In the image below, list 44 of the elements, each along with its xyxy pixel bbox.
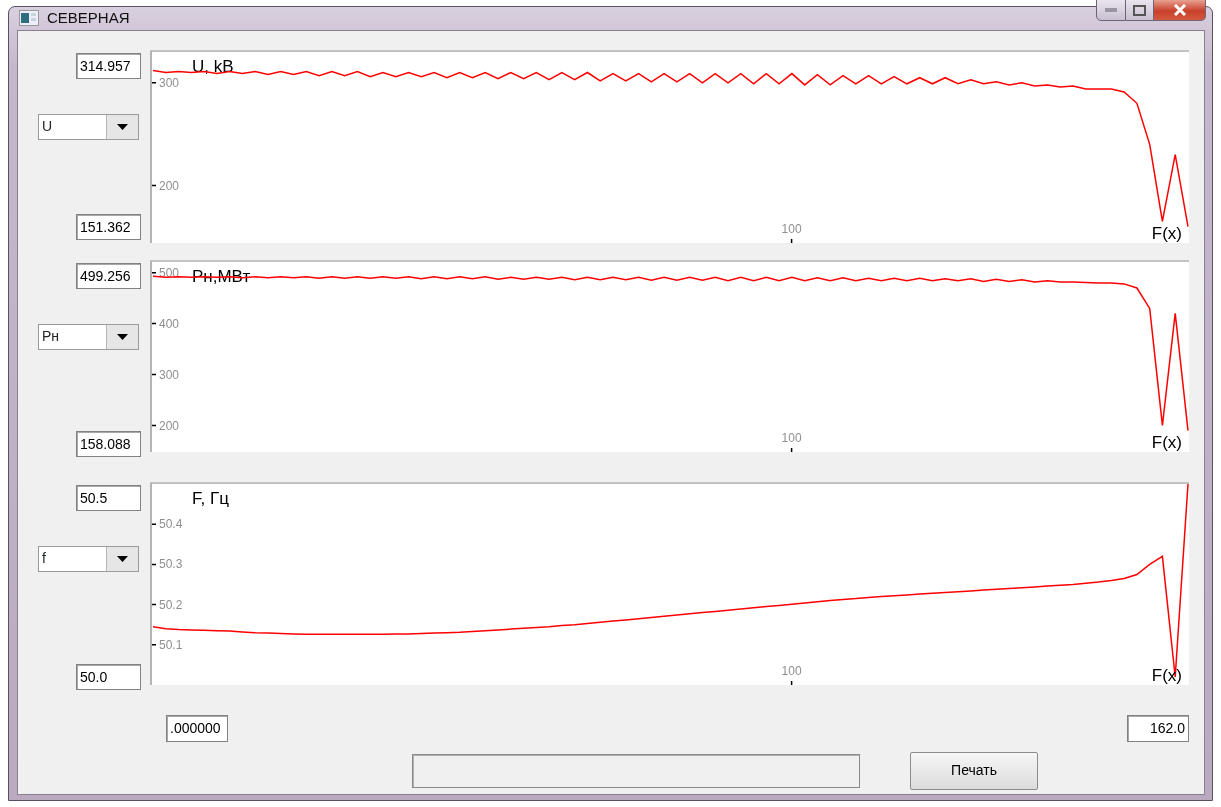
- dropdown[interactable]: Рн: [38, 323, 139, 350]
- dropdown[interactable]: f: [38, 545, 139, 572]
- x-axis-tick: [790, 446, 793, 452]
- axis-tick-label: 100: [781, 221, 802, 236]
- axis-label: F(x): [1151, 223, 1182, 243]
- value-field[interactable]: .000000: [166, 714, 228, 742]
- axis-tick-label: 50.4: [159, 516, 183, 531]
- x-axis-tick: [790, 679, 793, 685]
- caret-icon: [117, 333, 128, 340]
- value-field[interactable]: 50.0: [76, 663, 141, 690]
- close-icon: [1172, 4, 1187, 17]
- value-field[interactable]: 162.0: [1127, 714, 1189, 742]
- axis-tick-label: 200: [159, 178, 180, 192]
- value-field[interactable]: 50.5: [76, 484, 141, 511]
- x-axis-tick: [790, 237, 793, 243]
- axis-tick-label: 200: [159, 418, 180, 432]
- axis-tick-label: 100: [781, 430, 802, 445]
- value-field[interactable]: 314.957: [76, 52, 141, 79]
- caret-icon: [117, 123, 128, 130]
- value-field[interactable]: 499.256: [76, 262, 141, 289]
- window-title: СЕВЕРНАЯ: [47, 8, 130, 28]
- chart-title: F, Гц: [192, 488, 229, 508]
- value-field[interactable]: 158.088: [76, 430, 141, 457]
- maximize-button[interactable]: [1126, 0, 1154, 22]
- dropdown[interactable]: U: [38, 113, 139, 140]
- minimize-icon: [1105, 8, 1117, 13]
- axis-tick-label: 50.2: [159, 597, 183, 612]
- chart-title: U, kВ: [192, 56, 234, 76]
- axis-tick-label: 300: [159, 367, 180, 382]
- axis-tick-label: 500: [159, 265, 180, 280]
- print-button[interactable]: Печать: [910, 751, 1038, 790]
- axis-tick-label: 50.1: [159, 637, 183, 652]
- axis-tick-label: 300: [159, 75, 180, 90]
- caret-icon: [117, 555, 128, 562]
- axis-label: F(x): [1151, 665, 1182, 685]
- value-field[interactable]: 151.362: [76, 213, 141, 240]
- close-button[interactable]: [1154, 0, 1206, 22]
- app-icon: [19, 10, 39, 27]
- axis-tick-label: 100: [781, 663, 802, 678]
- minimize-button[interactable]: [1096, 0, 1126, 22]
- axis-tick-label: 50.3: [159, 556, 183, 571]
- axis-label: F(x): [1151, 432, 1182, 452]
- maximize-icon: [1133, 4, 1146, 16]
- axis-tick-label: 400: [159, 316, 180, 331]
